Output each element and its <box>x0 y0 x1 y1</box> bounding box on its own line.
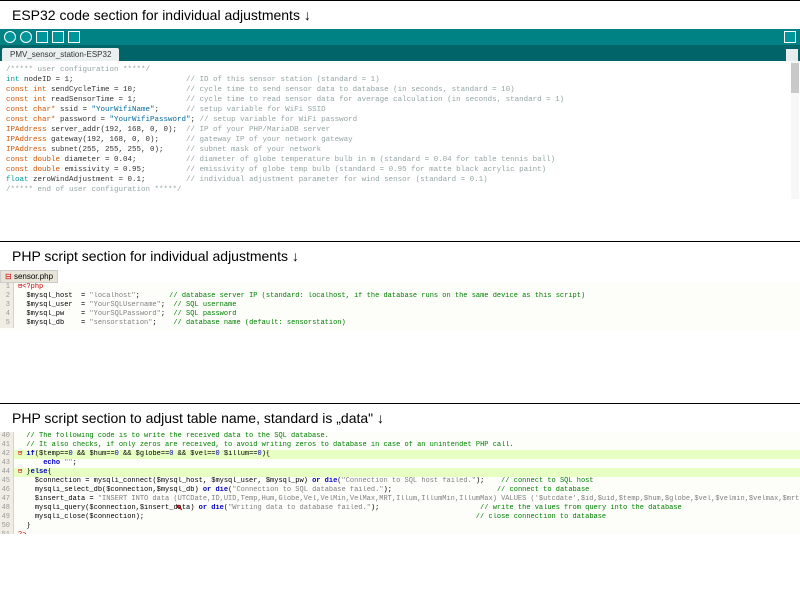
code-line: IPAddress subnet(255, 255, 255, 0); // s… <box>6 145 794 155</box>
code-line: 42⊟ if($temp==0 && $hum==0 && $globe==0 … <box>0 450 800 459</box>
code-line: const double diameter = 0.04; // diamete… <box>6 155 794 165</box>
php-file-tab[interactable]: ⊟ sensor.php <box>0 270 800 283</box>
code-line: 50 } <box>0 522 800 531</box>
code-line: 41 // It also checks, if only zeros are … <box>0 441 800 450</box>
heading-text: ESP32 code section for individual adjust… <box>12 7 311 23</box>
code-line: 47 $insert_data = "INSERT INTO data (UTC… <box>0 495 800 504</box>
code-line: int nodeID = 1; // ID of this sensor sta… <box>6 75 794 85</box>
save-icon[interactable] <box>68 31 80 43</box>
code-line: 49 mysqli_close($connection); // close c… <box>0 513 800 522</box>
code-line: 45 $connection = mysqli_connect($mysql_h… <box>0 477 800 486</box>
code-line: /***** user configuration *****/ <box>6 65 794 75</box>
code-line: 4 $mysql_pw = "YourSQLPassword"; // SQL … <box>0 310 800 319</box>
code-line: 1⊟<?php <box>0 283 800 292</box>
esp32-code-area[interactable]: /***** user configuration *****/int node… <box>0 61 800 199</box>
red-arrow-icon: ↖ <box>176 503 183 512</box>
sketch-tab[interactable]: PMV_sensor_station-ESP32 <box>2 48 119 61</box>
section-php-config: PHP script section for individual adjust… <box>0 241 800 331</box>
code-line: IPAddress server_addr(192, 168, 0, 0); /… <box>6 125 794 135</box>
open-icon[interactable] <box>52 31 64 43</box>
heading-text: PHP script section to adjust table name,… <box>12 410 384 426</box>
heading-php-config: PHP script section for individual adjust… <box>0 242 800 270</box>
scroll-thumb[interactable] <box>791 63 799 93</box>
serial-monitor-icon[interactable] <box>784 31 796 43</box>
php-config-code-area[interactable]: 1⊟<?php2 $mysql_host = "localhost"; // d… <box>0 283 800 331</box>
code-line: 5 $mysql_db = "sensorstation"; // databa… <box>0 319 800 328</box>
code-line: float zeroWindAdjustment = 0.1; // indiv… <box>6 175 794 185</box>
tab-dropdown-icon[interactable] <box>786 49 798 61</box>
toolbar-left <box>4 31 80 43</box>
code-line: const double emissivity = 0.95; // emiss… <box>6 165 794 175</box>
code-line: IPAddress gateway(192, 168, 0, 0); // ga… <box>6 135 794 145</box>
upload-icon[interactable] <box>20 31 32 43</box>
code-line: 40 // The following code is to write the… <box>0 432 800 441</box>
heading-esp32: ESP32 code section for individual adjust… <box>0 1 800 29</box>
verify-icon[interactable] <box>4 31 16 43</box>
section-esp32: ESP32 code section for individual adjust… <box>0 0 800 199</box>
code-line: 48 mysqli_query($connection,$insert_data… <box>0 504 800 513</box>
code-line: 3 $mysql_user = "YourSQLUsername"; // SQ… <box>0 301 800 310</box>
heading-php-table: PHP script section to adjust table name,… <box>0 404 800 432</box>
section-php-table: PHP script section to adjust table name,… <box>0 403 800 534</box>
code-line: 43 echo ""; <box>0 459 800 468</box>
code-line: const int readSensorTime = 1; // cycle t… <box>6 95 794 105</box>
scrollbar[interactable] <box>791 61 799 199</box>
arduino-toolbar <box>0 29 800 45</box>
arduino-tabbar: PMV_sensor_station-ESP32 <box>0 45 800 61</box>
php-table-code-area[interactable]: 40 // The following code is to write the… <box>0 432 800 534</box>
heading-text: PHP script section for individual adjust… <box>12 248 299 264</box>
code-line: const char* ssid = "YourWifiName"; // se… <box>6 105 794 115</box>
new-icon[interactable] <box>36 31 48 43</box>
filename-label: sensor.php <box>14 272 53 281</box>
code-line: 44⊟ }else{ <box>0 468 800 477</box>
code-line: 2 $mysql_host = "localhost"; // database… <box>0 292 800 301</box>
toolbar-right <box>784 31 796 43</box>
code-line: 51?> <box>0 531 800 534</box>
code-line: const char* password = "YourWifiPassword… <box>6 115 794 125</box>
code-line: const int sendCycleTime = 10; // cycle t… <box>6 85 794 95</box>
code-line: /***** end of user configuration *****/ <box>6 185 794 195</box>
code-line: 46 mysqli_select_db($connection,$mysql_d… <box>0 486 800 495</box>
